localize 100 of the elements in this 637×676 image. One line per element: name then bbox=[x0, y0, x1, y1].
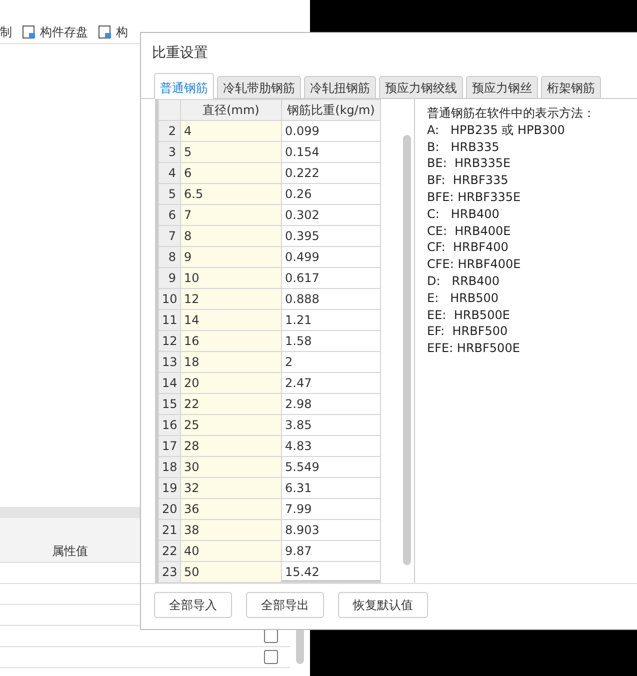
table-cell[interactable]: 6.31 bbox=[282, 478, 380, 498]
table-cell[interactable]: 0.395 bbox=[282, 226, 380, 246]
legend-title: 普通钢筋在软件中的表示方法： bbox=[427, 105, 595, 122]
table-cell[interactable]: 2.47 bbox=[282, 372, 380, 394]
legend-line: BFE: HRBF335E bbox=[427, 188, 522, 206]
table-cell[interactable]: 22 bbox=[180, 394, 282, 414]
checkbox[interactable] bbox=[264, 629, 278, 643]
table-cell[interactable]: 3.85 bbox=[282, 414, 380, 436]
legend-line: CE: HRB400E bbox=[427, 222, 512, 240]
legend-line: CF: HRBF400 bbox=[427, 239, 510, 256]
row-number: 21 bbox=[158, 520, 180, 540]
row-number: 12 bbox=[158, 330, 180, 352]
table-cell[interactable]: 0.499 bbox=[282, 246, 380, 268]
checkbox[interactable] bbox=[264, 650, 278, 664]
legend-line: A: HPB235 或 HPB300 bbox=[427, 122, 566, 139]
column-header: 属性值 bbox=[52, 543, 88, 560]
row-number: 23 bbox=[158, 562, 180, 582]
column-header: 钢筋比重(kg/m) bbox=[282, 100, 380, 120]
tab[interactable]: 预应力钢丝 bbox=[466, 76, 538, 98]
toolbar-button[interactable]: 制 bbox=[0, 22, 12, 40]
toolbar-button[interactable]: 构 bbox=[116, 22, 128, 40]
table-cell[interactable]: 5.549 bbox=[282, 456, 380, 478]
table-cell[interactable]: 30 bbox=[180, 456, 282, 478]
legend-line: C: HRB400 bbox=[427, 206, 500, 223]
row-number: 6 bbox=[158, 204, 180, 226]
table-cell[interactable]: 0.099 bbox=[282, 120, 380, 142]
table-cell[interactable]: 0.617 bbox=[282, 268, 380, 288]
table-cell[interactable]: 32 bbox=[180, 478, 282, 498]
tab[interactable]: 桁架钢筋 bbox=[541, 76, 601, 98]
row-number: 18 bbox=[158, 456, 180, 478]
tab[interactable]: 冷轧扭钢筋 bbox=[304, 76, 376, 98]
row-number: 13 bbox=[158, 352, 180, 372]
tab[interactable]: 预应力钢绞线 bbox=[379, 76, 463, 98]
row-number: 15 bbox=[158, 394, 180, 414]
legend-line: BF: HRBF335 bbox=[427, 172, 510, 189]
row-number: 7 bbox=[158, 226, 180, 246]
table-cell[interactable]: 6.5 bbox=[180, 184, 282, 204]
table-cell[interactable]: 0.26 bbox=[282, 184, 380, 204]
table-cell[interactable]: 8.903 bbox=[282, 520, 380, 540]
table-cell[interactable]: 10 bbox=[180, 268, 282, 288]
row-number: 4 bbox=[158, 162, 180, 184]
table-cell[interactable]: 36 bbox=[180, 498, 282, 520]
table-cell[interactable]: 28 bbox=[180, 436, 282, 456]
table-cell[interactable]: 0.302 bbox=[282, 204, 380, 226]
table-cell[interactable]: 25 bbox=[180, 414, 282, 436]
row-number: 22 bbox=[158, 540, 180, 562]
table-cell[interactable]: 50 bbox=[180, 562, 282, 582]
table-cell[interactable]: 0.222 bbox=[282, 162, 380, 184]
table-cell[interactable]: 0.888 bbox=[282, 288, 380, 310]
dialog-title: 比重设置 bbox=[151, 44, 209, 63]
table-cell[interactable]: 0.154 bbox=[282, 142, 380, 162]
table-cell[interactable]: 15.42 bbox=[282, 562, 380, 582]
row-number: 8 bbox=[158, 246, 180, 268]
table-cell[interactable]: 7.99 bbox=[282, 498, 380, 520]
table-cell[interactable]: 40 bbox=[180, 540, 282, 562]
table-cell[interactable]: 16 bbox=[180, 330, 282, 352]
row-number: 20 bbox=[158, 498, 180, 520]
table-cell[interactable]: 2 bbox=[282, 352, 380, 372]
row-number: 16 bbox=[158, 414, 180, 436]
table-cell[interactable]: 12 bbox=[180, 288, 282, 310]
row-number: 14 bbox=[158, 372, 180, 394]
tab[interactable]: 普通钢筋 bbox=[154, 73, 214, 99]
document-icon bbox=[22, 24, 36, 38]
table-cell[interactable]: 18 bbox=[180, 352, 282, 372]
tab[interactable]: 冷轧带肋钢筋 bbox=[217, 76, 301, 98]
legend-line: EE: HRB500E bbox=[427, 306, 511, 324]
row-number: 3 bbox=[158, 142, 180, 162]
legend-line: CFE: HRBF400E bbox=[427, 256, 522, 273]
legend-line: EFE: HRBF500E bbox=[427, 340, 521, 357]
legend-line: EF: HRBF500 bbox=[427, 323, 509, 340]
dialog-button[interactable]: 恢复默认值 bbox=[338, 592, 428, 618]
row-number: 9 bbox=[158, 268, 180, 288]
row-number: 2 bbox=[158, 120, 180, 142]
table-cell[interactable]: 1.21 bbox=[282, 310, 380, 330]
table-cell[interactable]: 9 bbox=[180, 246, 282, 268]
table-cell[interactable]: 1.58 bbox=[282, 330, 380, 352]
legend-line: D: RRB400 bbox=[427, 272, 501, 290]
row-number: 17 bbox=[158, 436, 180, 456]
legend-line: BE: HRB335E bbox=[427, 155, 512, 172]
row-number: 5 bbox=[158, 184, 180, 204]
table-cell[interactable]: 38 bbox=[180, 520, 282, 540]
row-number: 11 bbox=[158, 310, 180, 330]
table-cell[interactable]: 8 bbox=[180, 226, 282, 246]
table-cell[interactable]: 2.98 bbox=[282, 394, 380, 414]
table-cell[interactable]: 4.83 bbox=[282, 436, 380, 456]
dialog-button[interactable]: 全部导入 bbox=[154, 592, 232, 618]
table-cell[interactable]: 20 bbox=[180, 372, 282, 394]
table-cell[interactable]: 6 bbox=[180, 162, 282, 184]
table-cell[interactable]: 9.87 bbox=[282, 540, 380, 562]
legend-line: E: HRB500 bbox=[427, 290, 500, 307]
row-number: 19 bbox=[158, 478, 180, 498]
table-cell[interactable]: 14 bbox=[180, 310, 282, 330]
dialog-button[interactable]: 全部导出 bbox=[246, 592, 324, 618]
toolbar-button[interactable]: 构件存盘 bbox=[40, 22, 88, 40]
scrollbar-thumb[interactable] bbox=[403, 135, 411, 565]
document-icon bbox=[98, 24, 112, 38]
table-cell[interactable]: 7 bbox=[180, 204, 282, 226]
table-cell[interactable]: 4 bbox=[180, 120, 282, 142]
row-number: 10 bbox=[158, 288, 180, 310]
table-cell[interactable]: 5 bbox=[180, 142, 282, 162]
